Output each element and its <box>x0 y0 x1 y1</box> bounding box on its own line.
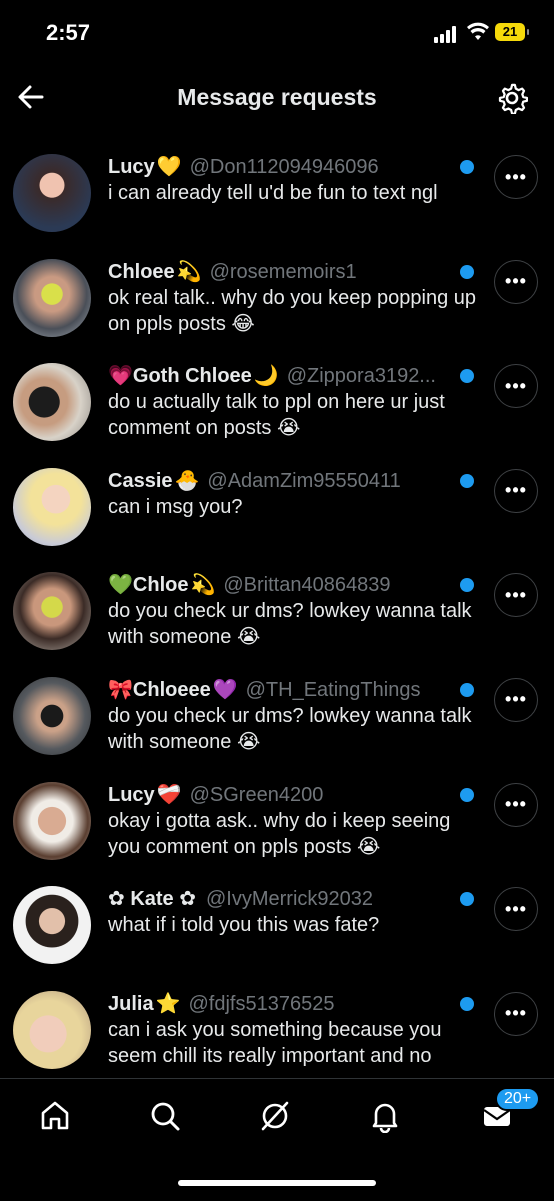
sender-name: ✿ Kate ✿ <box>108 888 196 911</box>
unread-dot <box>460 369 474 384</box>
message-preview: do you check ur dms? lowkey wanna talk w… <box>108 600 472 649</box>
sender-handle: @SGreen4200 <box>189 783 324 806</box>
sender-name: 💗Goth Chloee <box>108 365 252 388</box>
avatar[interactable] <box>13 676 91 755</box>
home-icon[interactable] <box>38 1099 72 1133</box>
message-preview: can i msg you? <box>108 495 243 518</box>
more-options-button[interactable]: ••• <box>494 468 538 513</box>
notifications-icon[interactable] <box>368 1099 402 1133</box>
message-preview: do you check ur dms? lowkey wanna talk w… <box>108 704 472 753</box>
avatar[interactable] <box>13 990 91 1069</box>
unread-dot <box>460 160 474 174</box>
sender-handle: @TH_EatingThings <box>245 678 421 701</box>
unread-dot <box>460 892 474 907</box>
sender-name: Julia <box>108 992 154 1015</box>
unread-dot <box>460 473 474 488</box>
message-request-row[interactable]: 🎀Chloeee 💜 @TH_EatingThings do you check u… <box>0 663 554 768</box>
sender-handle: @Zippora3192... <box>286 365 436 388</box>
message-preview: what if i told you this was fate? <box>108 914 380 937</box>
sender-handle: @fdjfs51376525 <box>188 992 335 1015</box>
message-preview: can i ask you something because you seem… <box>108 1018 442 1067</box>
page-title: Message requests <box>177 84 377 110</box>
unread-dot <box>460 682 474 697</box>
avatar[interactable] <box>13 467 91 546</box>
sender-name: Cassie <box>108 469 173 492</box>
header: Message requests <box>0 66 554 130</box>
sender-name: 🎀Chloeee <box>108 678 211 701</box>
name-emoji: 💫 <box>176 260 202 283</box>
sender-name: Chloee <box>108 260 175 283</box>
avatar[interactable] <box>13 258 91 337</box>
more-options-button[interactable]: ••• <box>494 677 538 722</box>
home-indicator <box>178 1180 376 1186</box>
unread-dot <box>460 264 474 279</box>
sender-handle: @Don112094946096 <box>189 156 379 178</box>
message-request-row[interactable]: 💗Goth Chloee 🌙 @Zippora3192... do u actual… <box>0 349 554 454</box>
gear-icon[interactable] <box>496 82 528 114</box>
name-emoji: 💛 <box>156 156 182 178</box>
more-options-button[interactable]: ••• <box>494 155 538 199</box>
name-emoji: 🐣 <box>174 469 200 492</box>
message-request-row[interactable]: Julia ⭐ @fdjfs51376525 can i ask you somet… <box>0 977 554 1077</box>
name-emoji: 💫 <box>190 574 216 597</box>
more-options-button[interactable]: ••• <box>494 259 538 304</box>
more-options-button[interactable]: ••• <box>494 991 538 1036</box>
message-request-row[interactable]: 💚Chloe 💫 @Brittan40864839 do you check ur … <box>0 558 554 663</box>
message-preview: okay i gotta ask.. why do i keep seeing … <box>108 809 451 858</box>
unread-dot <box>460 578 474 593</box>
message-preview: i can already tell u'd be fun to text ng… <box>108 182 438 204</box>
message-preview: do u actually talk to ppl on here ur jus… <box>108 391 445 440</box>
more-options-button[interactable]: ••• <box>494 887 538 932</box>
unread-dot <box>460 787 474 802</box>
name-emoji: 💜 <box>212 678 238 701</box>
name-emoji: ❤️‍🩹 <box>156 783 182 806</box>
name-emoji: 🌙 <box>253 365 279 388</box>
avatar[interactable] <box>13 154 91 232</box>
more-options-button[interactable]: ••• <box>494 364 538 409</box>
name-emoji: ⭐ <box>155 992 181 1015</box>
message-request-row[interactable]: Cassie 🐣 @AdamZim95550411 can i msg you? •… <box>0 454 554 559</box>
message-request-row[interactable]: Chloee 💫 @rosememoirs1 ok real talk.. why … <box>0 245 554 350</box>
avatar[interactable] <box>13 363 91 442</box>
sender-name: Lucy <box>108 783 155 806</box>
search-icon[interactable] <box>148 1099 182 1133</box>
sender-handle: @Brittan40864839 <box>223 574 391 597</box>
grok-icon[interactable] <box>258 1099 292 1133</box>
sender-handle: @IvyMerrick92032 <box>205 888 374 911</box>
sender-handle: @rosememoirs1 <box>209 260 357 283</box>
avatar[interactable] <box>13 781 91 860</box>
sender-name: Lucy <box>108 156 155 178</box>
status-time: 2:57 <box>46 20 91 45</box>
cellular-signal-icon <box>434 25 460 43</box>
unread-dot <box>460 996 474 1011</box>
messages-badge: 20+ <box>495 1087 541 1111</box>
wifi-icon <box>467 22 489 40</box>
more-options-button[interactable]: ••• <box>494 782 538 827</box>
avatar[interactable] <box>13 572 91 651</box>
battery-icon: 21 <box>495 23 529 41</box>
sender-handle: @AdamZim95550411 <box>207 469 401 492</box>
avatar[interactable] <box>13 886 91 965</box>
sender-name: 💚Chloe <box>108 574 189 597</box>
message-request-row[interactable]: ✿ Kate ✿ @IvyMerrick92032 what if i told … <box>0 872 554 977</box>
message-request-row[interactable]: Lucy ❤️‍🩹 @SGreen4200 okay i gotta ask.. w… <box>0 768 554 873</box>
status-bar: 2:57 21 <box>0 0 554 66</box>
message-preview: ok real talk.. why do you keep popping u… <box>108 286 477 335</box>
message-request-row[interactable]: Lucy 💛 @Don112094946096 i can already tell… <box>0 140 554 245</box>
message-request-list: Lucy 💛 @Don112094946096 i can already tell… <box>0 140 554 1077</box>
more-options-button[interactable]: ••• <box>494 573 538 618</box>
